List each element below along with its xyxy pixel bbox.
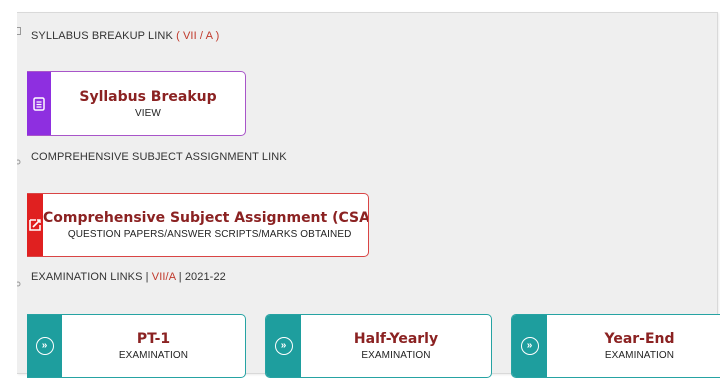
csa-heading-text: COMPREHENSIVE SUBJECT ASSIGNMENT LINK [31, 151, 287, 163]
exam-card-subtitle: EXAMINATION [604, 350, 675, 361]
edit-icon [29, 219, 41, 231]
exam-card-pt1[interactable]: » PT-1 EXAMINATION [27, 314, 246, 378]
syllabus-section-heading: SYLLABUS BREAKUP LINK ( VII / A ) [31, 30, 219, 42]
exam-card-half-yearly[interactable]: » Half-Yearly EXAMINATION [265, 314, 492, 378]
left-edge [0, 0, 17, 381]
csa-card-subtitle: QUESTION PAPERS/ANSWER SCRIPTS/MARKS OBT… [67, 229, 352, 240]
exam-card-title: Year-End [604, 331, 675, 347]
links-panel: SYLLABUS BREAKUP LINK ( VII / A ) Syllab… [15, 12, 720, 378]
exam-card-body: Year-End EXAMINATION [547, 315, 720, 377]
exam-card-body: Half-Yearly EXAMINATION [301, 315, 491, 377]
exam-card-subtitle: EXAMINATION [118, 350, 189, 361]
exam-section-heading: EXAMINATION LINKS | VII/A | 2021-22 [31, 271, 226, 283]
csa-card-body: Comprehensive Subject Assignment (CSA) Q… [43, 194, 369, 256]
syllabus-heading-text: SYLLABUS BREAKUP LINK [31, 30, 173, 42]
csa-card[interactable]: Comprehensive Subject Assignment (CSA) Q… [27, 193, 369, 257]
exam-card-subtitle: EXAMINATION [361, 350, 431, 361]
double-chevron-right-icon: » [520, 337, 539, 355]
csa-card-tab [27, 194, 43, 256]
exam-card-title: PT-1 [136, 331, 171, 347]
syllabus-heading-class: ( VII / A ) [176, 30, 220, 42]
exam-card-tab: » [266, 315, 301, 377]
page: SYLLABUS BREAKUP LINK ( VII / A ) Syllab… [0, 0, 720, 381]
syllabus-card-tab [27, 72, 51, 135]
exam-heading-class: VII/A [151, 271, 176, 283]
syllabus-breakup-card[interactable]: Syllabus Breakup VIEW [27, 71, 246, 136]
double-chevron-right-icon: » [35, 337, 54, 355]
exam-card-title: Half-Yearly [353, 331, 439, 347]
exam-card-tab: » [512, 315, 547, 377]
exam-card-body: PT-1 EXAMINATION [62, 315, 245, 377]
syllabus-card-title: Syllabus Breakup [79, 88, 217, 105]
csa-card-title: Comprehensive Subject Assignment (CSA) [43, 210, 369, 226]
document-icon [33, 96, 45, 111]
csa-section-heading: COMPREHENSIVE SUBJECT ASSIGNMENT LINK [31, 151, 287, 163]
syllabus-card-body: Syllabus Breakup VIEW [51, 72, 245, 135]
exam-heading-prefix: EXAMINATION LINKS | [31, 271, 149, 283]
exam-card-year-end[interactable]: » Year-End EXAMINATION [511, 314, 720, 378]
exam-card-tab: » [27, 315, 62, 377]
exam-heading-year: | 2021-22 [178, 271, 226, 283]
syllabus-card-subtitle: VIEW [135, 107, 161, 119]
double-chevron-right-icon: » [274, 337, 293, 355]
